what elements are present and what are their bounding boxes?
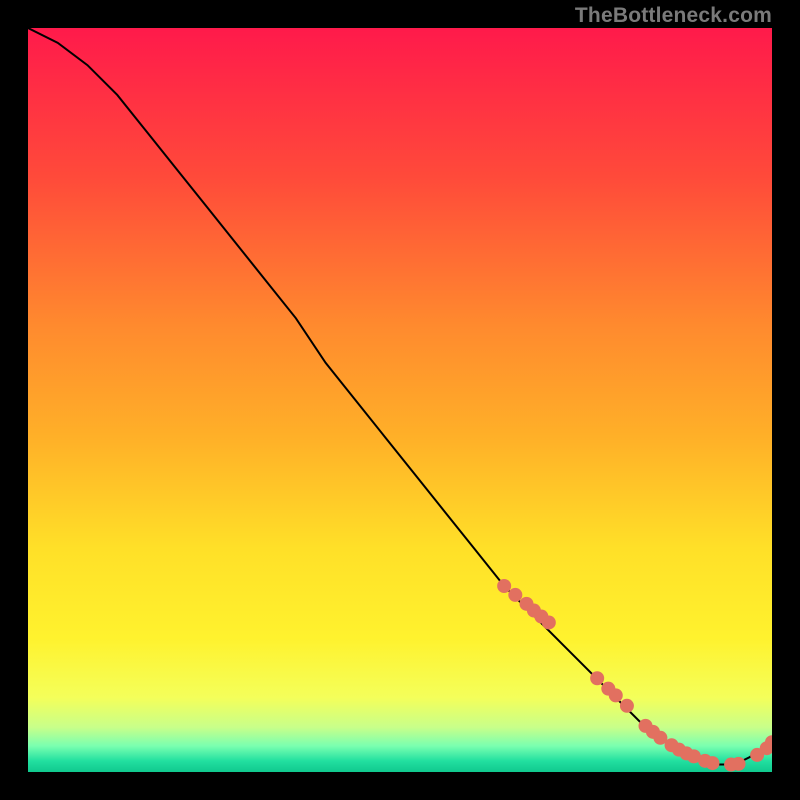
chart-background: [28, 28, 772, 772]
highlight-dot: [497, 579, 511, 593]
chart-stage: TheBottleneck.com: [0, 0, 800, 800]
highlight-dot: [609, 688, 623, 702]
highlight-dot: [542, 615, 556, 629]
watermark-text: TheBottleneck.com: [575, 4, 772, 28]
highlight-dot: [732, 757, 746, 771]
chart-svg: [28, 28, 772, 772]
highlight-dot: [590, 671, 604, 685]
highlight-dot: [620, 699, 634, 713]
highlight-dot: [508, 588, 522, 602]
highlight-dot: [705, 756, 719, 770]
chart-plot-area: [28, 28, 772, 772]
